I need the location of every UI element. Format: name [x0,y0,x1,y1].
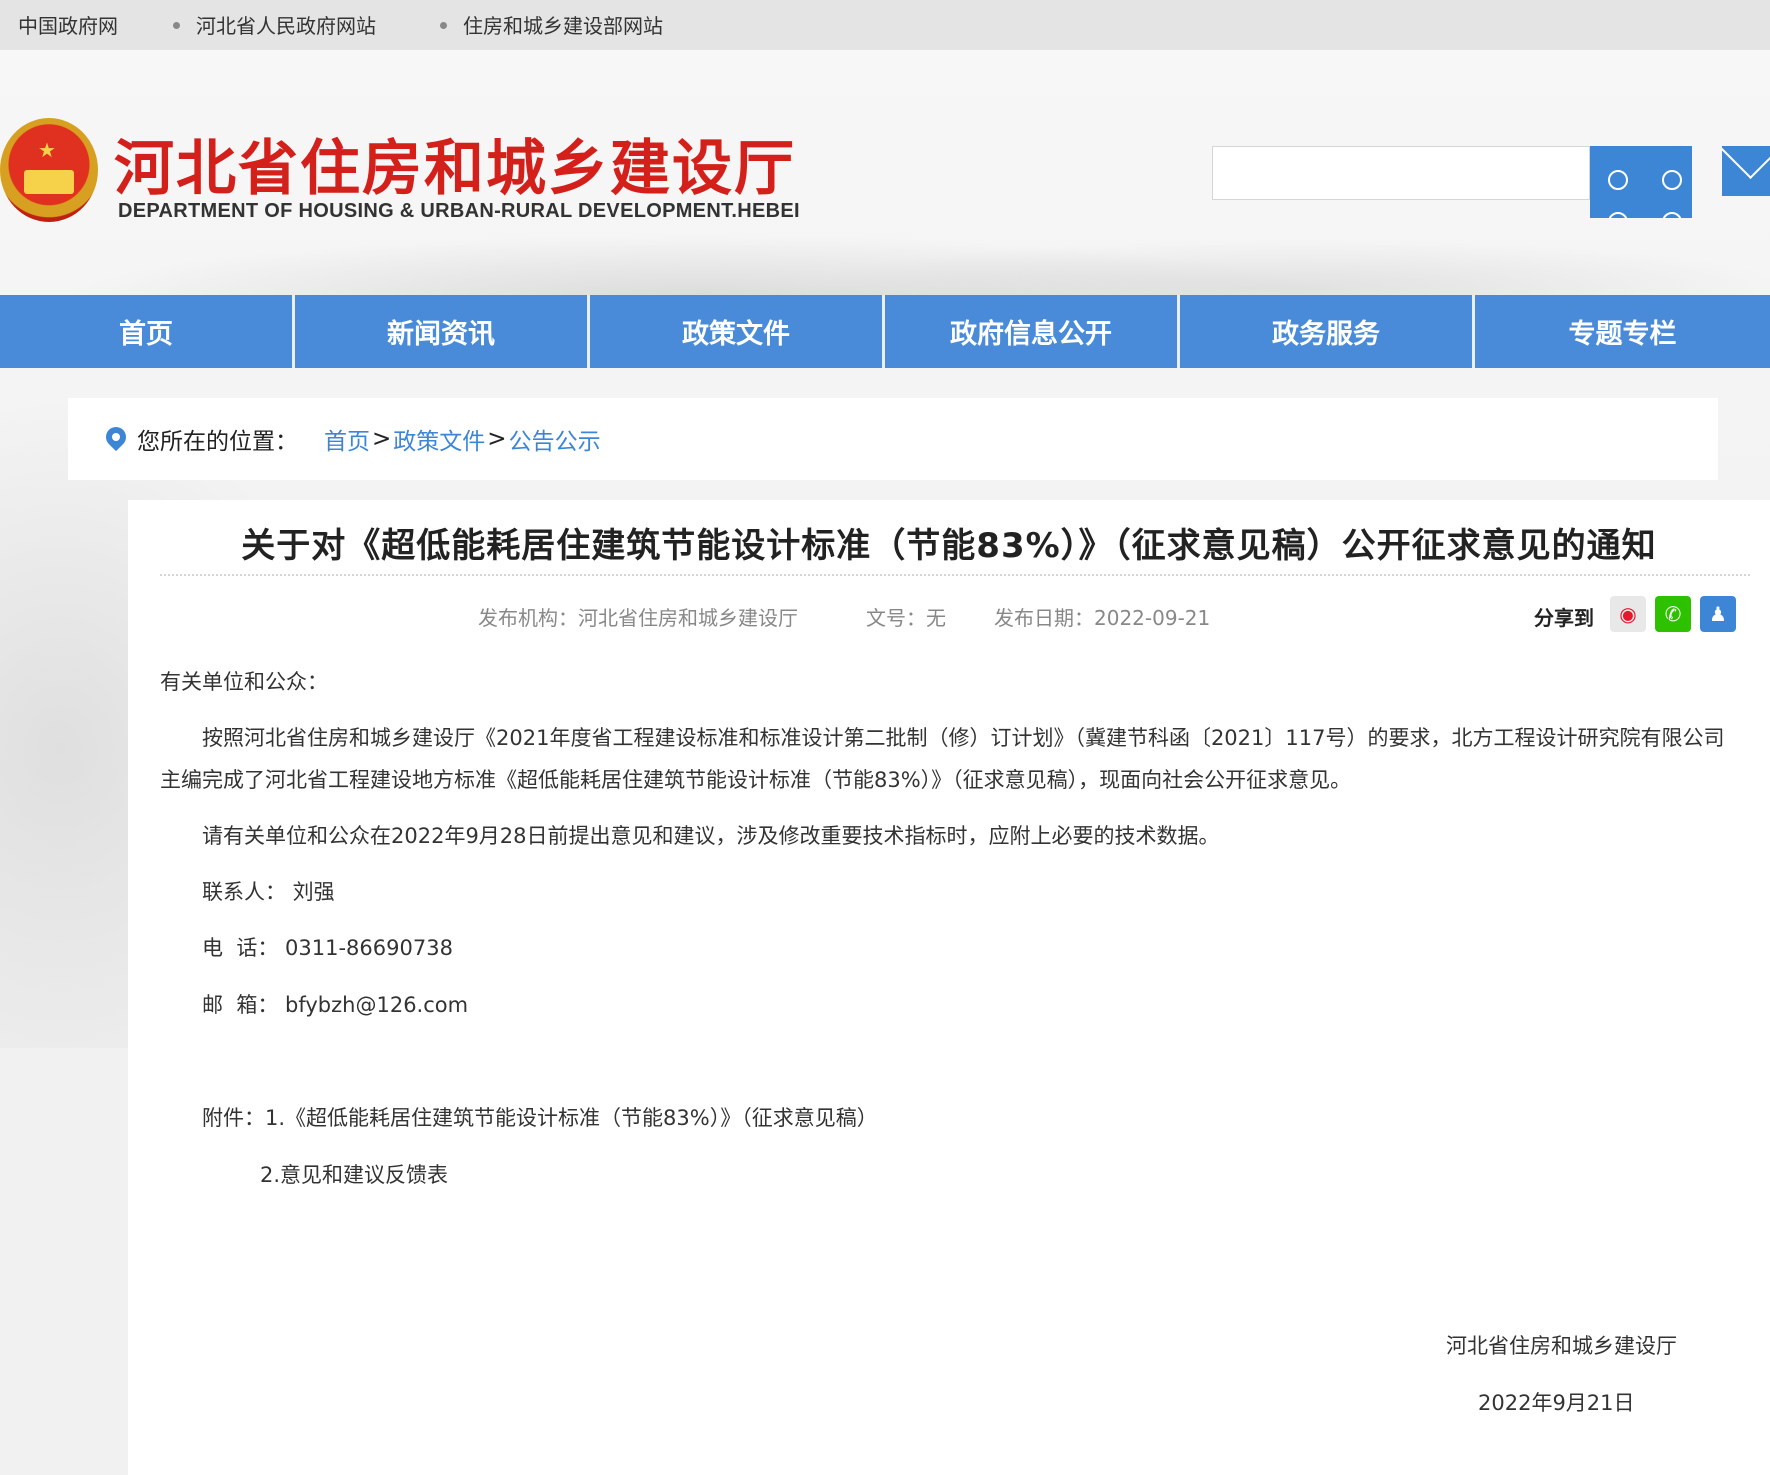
para1-line1: 按照河北省住房和城乡建设厅《2021年度省工程建设标准和标准设计第二批制（修）订… [202,726,1725,750]
site-header: ★ 河北省住房和城乡建设厅 DEPARTMENT OF HOUSING & UR… [0,50,1770,295]
site-title[interactable]: 河北省住房和城乡建设厅 [114,120,796,207]
attachment-1[interactable]: 附件：1.《超低能耗居住建筑节能设计标准（节能83%）》（征求意见稿） [202,1102,878,1132]
breadcrumb-notices[interactable]: 公告公示 [509,422,601,456]
sign-date: 2022年9月21日 [1478,1391,1635,1415]
search-icon [1608,170,1628,190]
contact-person: 联系人： 刘强 [202,880,335,904]
mail-icon[interactable] [1722,146,1770,196]
meta-doc-no: 文号：无 [866,606,946,630]
link-mohurd[interactable]: 住房和城乡建设部网站 [440,10,663,39]
link-china-gov[interactable]: 中国政府网 [18,10,118,39]
salutation: 有关单位和公众： [160,670,328,694]
breadcrumb-label: 您所在的位置： [137,429,298,455]
contact-phone: 电 话： 0311-86690738 [202,936,453,960]
title-divider [160,574,1750,576]
location-pin-icon [105,423,127,455]
main-nav: 首页 新闻资讯 政策文件 政府信息公开 政务服务 专题专栏 [0,295,1770,368]
wechat-icon[interactable]: ✆ [1655,596,1691,632]
share-label: 分享到 [1534,606,1594,630]
meta-publisher: 发布机构：河北省住房和城乡建设厅 [478,606,798,630]
weibo-icon[interactable]: ◉ [1610,596,1646,632]
attachment-2[interactable]: 2.意见和建议反馈表 [260,1159,448,1189]
site-subtitle: DEPARTMENT OF HOUSING & URBAN-RURAL DEVE… [118,200,800,222]
meta-date: 发布日期：2022-09-21 [994,606,1211,630]
nav-topics[interactable]: 专题专栏 [1475,295,1770,368]
breadcrumb-home[interactable]: 首页 [324,422,370,456]
search-button[interactable] [1590,146,1692,218]
top-links-bar: 中国政府网 河北省人民政府网站 住房和城乡建设部网站 [0,0,1770,50]
national-emblem-icon: ★ [0,118,98,222]
qq-icon[interactable]: ♟ [1700,596,1736,632]
search-input[interactable] [1212,146,1590,200]
breadcrumb-separator: > [372,426,392,452]
para2: 请有关单位和公众在2022年9月28日前提出意见和建议，涉及修改重要技术指标时，… [202,824,1220,848]
sign-organization: 河北省住房和城乡建设厅 [1446,1334,1677,1358]
para1-line2: 主编完成了河北省工程建设地方标准《超低能耗居住建筑节能设计标准（节能83%）》（… [160,768,1352,792]
nav-services[interactable]: 政务服务 [1180,295,1475,368]
breadcrumb: 您所在的位置： 首页 > 政策文件 > 公告公示 [68,398,1718,480]
breadcrumb-separator: > [487,426,507,452]
bullet-icon [440,22,447,29]
contact-email[interactable]: 邮 箱： bfybzh@126.com [202,989,468,1019]
article-title: 关于对《超低能耗居住建筑节能设计标准（节能83%）》（征求意见稿）公开征求意见的… [241,526,1657,566]
nav-home[interactable]: 首页 [0,295,295,368]
nav-news[interactable]: 新闻资讯 [295,295,590,368]
bullet-icon [173,22,180,29]
link-hebei-gov[interactable]: 河北省人民政府网站 [173,10,376,39]
nav-gov-info[interactable]: 政府信息公开 [885,295,1180,368]
nav-policy[interactable]: 政策文件 [590,295,885,368]
article-panel: 关于对《超低能耗居住建筑节能设计标准（节能83%）》（征求意见稿）公开征求意见的… [128,500,1770,1475]
breadcrumb-policy[interactable]: 政策文件 [393,422,485,456]
